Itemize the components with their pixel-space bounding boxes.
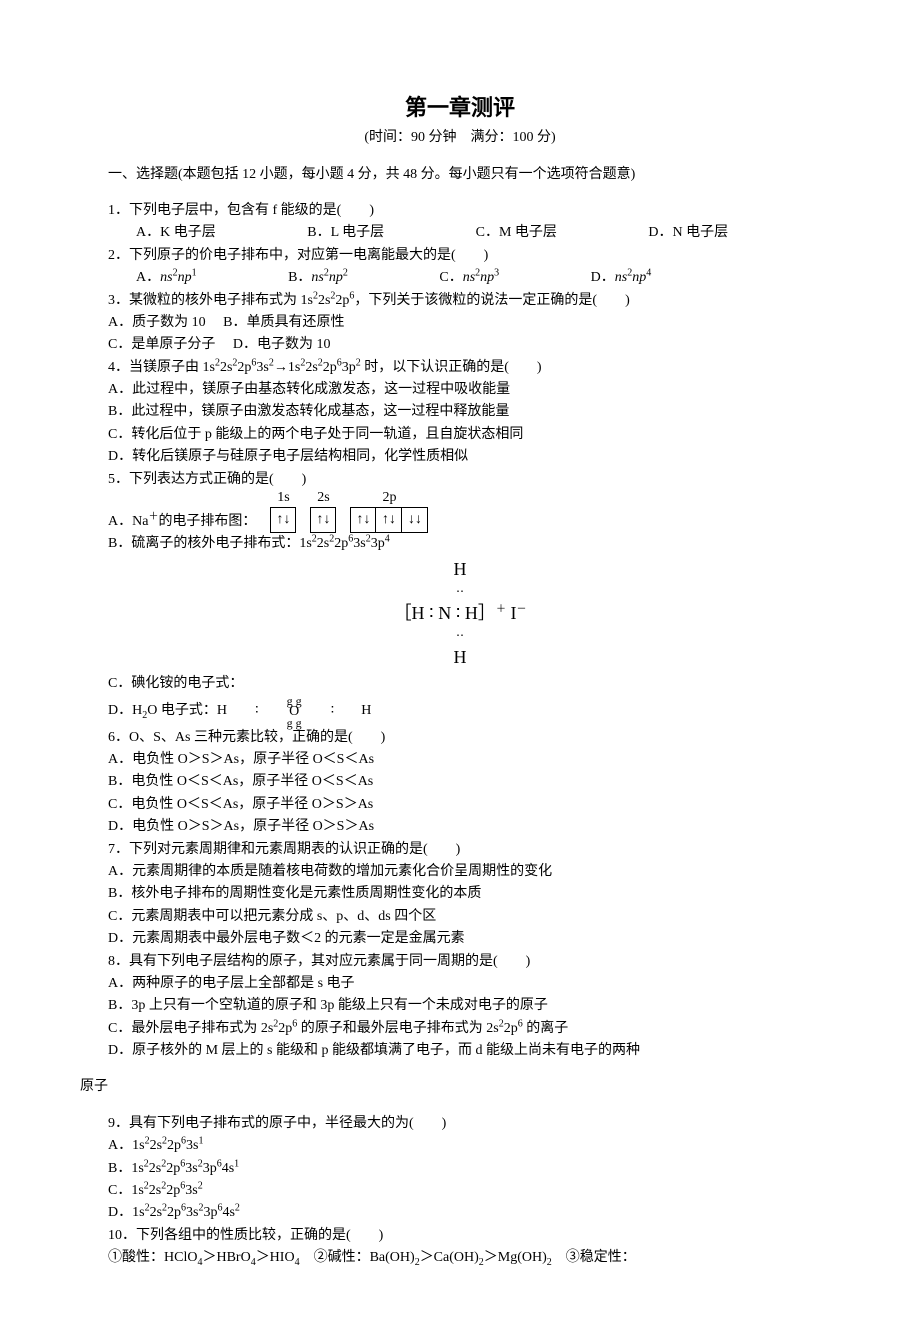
q3-A: A．质子数为 10 bbox=[108, 315, 206, 330]
q1-A: A．K 电子层 bbox=[108, 222, 216, 244]
q2-B: B．ns2np2 bbox=[260, 267, 348, 289]
q8-A: A．两种原子的电子层上全部都是 s 电子 bbox=[80, 973, 840, 995]
q7-D: D．元素周期表中最外层电子数＜2 的元素一定是金属元素 bbox=[80, 928, 840, 950]
q3-stem: 3．某微粒的核外电子排布式为 1s22s22p6，下列关于该微粒的说法一定正确的… bbox=[80, 290, 840, 312]
lewis-dots-top: ‥ bbox=[80, 581, 840, 603]
q6-stem: 6．O、S、As 三种元素比较，正确的是( ) bbox=[80, 727, 840, 749]
q2-C: C．ns2np3 bbox=[411, 267, 499, 289]
q2-stem: 2．下列原子的价电子排布中，对应第一电离能最大的是( ) bbox=[80, 245, 840, 267]
q8-D: D．原子核外的 M 层上的 s 能级和 p 能级都填满了电子，而 d 能级上尚未… bbox=[80, 1040, 840, 1062]
orbital-2p: 2p ↑↓ ↑↓ ↓↓ bbox=[350, 491, 428, 533]
q6-C: C．电负性 O＜S＜As，原子半径 O＞S＞As bbox=[80, 794, 840, 816]
q8-stem: 8．具有下列电子层结构的原子，其对应元素属于同一周期的是( ) bbox=[80, 951, 840, 973]
q1-D: D．N 电子层 bbox=[620, 222, 728, 244]
q8-C: C．最外层电子排布式为 2s22p6 的原子和最外层电子排布式为 2s22p6 … bbox=[80, 1018, 840, 1040]
q1-B: B．L 电子层 bbox=[279, 222, 384, 244]
lewis-main: ［H ∶ N ∶ H］＋ I－ bbox=[80, 603, 840, 625]
orbital-1s: 1s ↑↓ bbox=[270, 491, 296, 533]
q3-C: C．是单原子分子 bbox=[108, 337, 215, 352]
q5-stem: 5．下列表达方式正确的是( ) bbox=[80, 469, 840, 491]
q9-stem: 9．具有下列电子排布式的原子中，半径最大的为( ) bbox=[80, 1113, 840, 1135]
page-title: 第一章测评 bbox=[80, 90, 840, 125]
q5-B: B．硫离子的核外电子排布式：1s22s22p63s23p4 bbox=[80, 533, 840, 555]
q3-line1: A．质子数为 10 B．单质具有还原性 bbox=[80, 312, 840, 334]
q9-C: C．1s22s22p63s2 bbox=[80, 1180, 840, 1202]
q7-C: C．元素周期表中可以把元素分成 s、p、d、ds 四个区 bbox=[80, 906, 840, 928]
q5-A: A．Na＋的电子排布图： 1s ↑↓ 2s ↑↓ 2p ↑↓ ↑↓ ↓↓ bbox=[80, 491, 840, 533]
q1-stem: 1．下列电子层中，包含有 f 能级的是( ) bbox=[80, 200, 840, 222]
q6-A: A．电负性 O＞S＞As，原子半径 O＜S＜As bbox=[80, 749, 840, 771]
q6-B: B．电负性 O＜S＜As，原子半径 O＜S＜As bbox=[80, 771, 840, 793]
section-1-header: 一、选择题(本题包括 12 小题，每小题 4 分，共 48 分。每小题只有一个选… bbox=[80, 164, 840, 186]
lewis-bot-h: H bbox=[80, 647, 840, 669]
lewis-top-h: H bbox=[80, 559, 840, 581]
q7-A: A．元素周期律的本质是随着核电荷数的增加元素化合价呈周期性的变化 bbox=[80, 861, 840, 883]
q3-D: D．电子数为 10 bbox=[233, 337, 331, 352]
q9-B: B．1s22s22p63s23p64s1 bbox=[80, 1158, 840, 1180]
q3-line2: C．是单原子分子 D．电子数为 10 bbox=[80, 334, 840, 356]
q7-B: B．核外电子排布的周期性变化是元素性质周期性变化的本质 bbox=[80, 883, 840, 905]
q9-D: D．1s22s22p63s23p64s2 bbox=[80, 1202, 840, 1224]
q2-D: D．ns2np4 bbox=[563, 267, 652, 289]
q4-C: C．转化后位于 p 能级上的两个电子处于同一轨道，且自旋状态相同 bbox=[80, 424, 840, 446]
q8-D-cont: 原子 bbox=[80, 1076, 840, 1098]
q5-D: D．H2O 电子式：H ∶ g g O g g ∶ H bbox=[80, 696, 840, 727]
lewis-dots-bot: ‥ bbox=[80, 625, 840, 647]
q5-lewis-nh4i: H ‥ ［H ∶ N ∶ H］＋ I－ ‥ H bbox=[80, 559, 840, 669]
q6-D: D．电负性 O＞S＞As，原子半径 O＞S＞As bbox=[80, 816, 840, 838]
q2-options: A．ns2np1 B．ns2np2 C．ns2np3 D．ns2np4 bbox=[80, 267, 840, 289]
q10-stem: 10．下列各组中的性质比较，正确的是( ) bbox=[80, 1225, 840, 1247]
q2-A: A．ns2np1 bbox=[108, 267, 197, 289]
page-subtitle: (时间：90 分钟 满分：100 分) bbox=[80, 127, 840, 149]
q1-C: C．M 电子层 bbox=[448, 222, 557, 244]
q10-line1: ①酸性：HClO4＞HBrO4＞HIO4 ②碱性：Ba(OH)2＞Ca(OH)2… bbox=[80, 1247, 840, 1269]
q7-stem: 7．下列对元素周期律和元素周期表的认识正确的是( ) bbox=[80, 839, 840, 861]
q9-A: A．1s22s22p63s1 bbox=[80, 1135, 840, 1157]
q1-options: A．K 电子层 B．L 电子层 C．M 电子层 D．N 电子层 bbox=[80, 222, 840, 244]
orbital-2s: 2s ↑↓ bbox=[310, 491, 336, 533]
q8-B: B．3p 上只有一个空轨道的原子和 3p 能级上只有一个未成对电子的原子 bbox=[80, 995, 840, 1017]
q3-B: B．单质具有还原性 bbox=[223, 315, 344, 330]
q4-D: D．转化后镁原子与硅原子电子层结构相同，化学性质相似 bbox=[80, 446, 840, 468]
q5-C: C．碘化铵的电子式： bbox=[80, 673, 840, 695]
q4-stem: 4．当镁原子由 1s22s22p63s2→1s22s22p63p2 时，以下认识… bbox=[80, 357, 840, 379]
q4-B: B．此过程中，镁原子由激发态转化成基态，这一过程中释放能量 bbox=[80, 401, 840, 423]
q4-A: A．此过程中，镁原子由基态转化成激发态，这一过程中吸收能量 bbox=[80, 379, 840, 401]
